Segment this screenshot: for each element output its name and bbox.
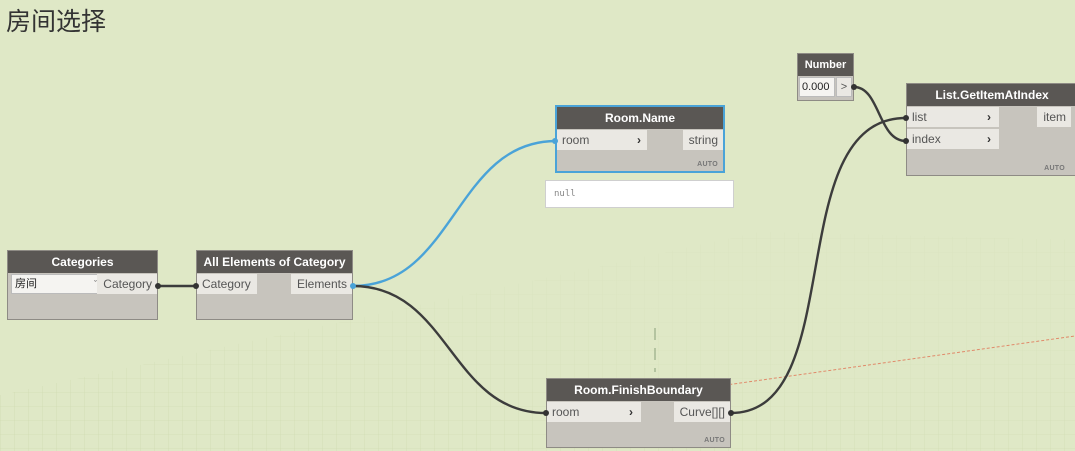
node-title: List.GetItemAtIndex	[907, 84, 1075, 106]
number-node[interactable]: Number 0.000 >	[797, 53, 854, 101]
connector-dot	[155, 283, 161, 289]
connector-dot	[903, 115, 909, 121]
connector-dot	[851, 84, 857, 90]
connector-dot	[552, 138, 558, 144]
node-title: Categories	[8, 251, 157, 273]
connector-dot	[903, 138, 909, 144]
preview-value: null	[554, 189, 576, 199]
preview-bubble: null	[545, 180, 734, 208]
output-port-category[interactable]: Category	[97, 274, 157, 294]
page-title: 房间选择	[6, 7, 107, 36]
port-label: room	[562, 133, 590, 147]
categories-node[interactable]: Categories 房间 ˇ Category	[7, 250, 158, 320]
port-label: list	[912, 110, 927, 124]
room-name-node[interactable]: Room.Name room › string AUTO	[555, 105, 725, 173]
output-port-string[interactable]: string	[682, 130, 723, 150]
connector-dot	[193, 283, 199, 289]
chevron-right-icon: ›	[629, 405, 633, 419]
output-port-elements[interactable]: Elements	[290, 274, 352, 294]
input-port-index[interactable]: index ›	[907, 129, 999, 149]
node-title: Number	[798, 54, 853, 76]
input-port-room[interactable]: room ›	[557, 130, 647, 150]
node-title: Room.FinishBoundary	[547, 379, 730, 401]
port-row: room › Curve[][]	[547, 401, 730, 423]
lacing-label: AUTO	[1044, 165, 1065, 172]
output-port-item[interactable]: item	[1037, 107, 1071, 127]
number-step-button[interactable]: >	[836, 77, 852, 97]
output-port-curves[interactable]: Curve[][]	[673, 402, 730, 422]
connector-dot	[543, 410, 549, 416]
chevron-right-icon: ›	[637, 133, 641, 147]
workspace-canvas[interactable]	[0, 0, 1075, 451]
connector-dot	[728, 410, 734, 416]
node-title: Room.Name	[557, 107, 723, 129]
room-finish-boundary-node[interactable]: Room.FinishBoundary room › Curve[][] AUT…	[546, 378, 731, 448]
dropdown-value: 房间	[15, 278, 37, 290]
wire-number-to-index	[853, 85, 907, 143]
categories-row: 房间 ˇ Category	[8, 273, 157, 295]
list-get-item-node[interactable]: List.GetItemAtIndex list › item index › …	[906, 83, 1075, 176]
chevron-right-icon: ›	[987, 110, 991, 124]
number-value[interactable]: 0.000	[799, 77, 835, 97]
connector-dot	[350, 283, 356, 289]
node-title: All Elements of Category	[197, 251, 352, 273]
port-row: index ›	[907, 128, 1075, 150]
lacing-label: AUTO	[704, 437, 725, 444]
port-row: list › item	[907, 106, 1075, 128]
port-row: room › string	[557, 129, 723, 151]
port-row: Category Elements	[197, 273, 352, 295]
all-elements-node[interactable]: All Elements of Category Category Elemen…	[196, 250, 353, 320]
input-port-category[interactable]: Category	[197, 274, 257, 294]
number-row: 0.000 >	[798, 76, 853, 98]
input-port-room[interactable]: room ›	[547, 402, 641, 422]
grid-fade	[0, 232, 1075, 451]
port-label: room	[552, 405, 580, 419]
wire-elements-to-room-name	[352, 139, 557, 288]
port-label: index	[912, 132, 941, 146]
category-dropdown[interactable]: 房间 ˇ	[11, 274, 103, 294]
chevron-right-icon: ›	[987, 132, 991, 146]
lacing-label: AUTO	[697, 161, 718, 168]
input-port-list[interactable]: list ›	[907, 107, 999, 127]
